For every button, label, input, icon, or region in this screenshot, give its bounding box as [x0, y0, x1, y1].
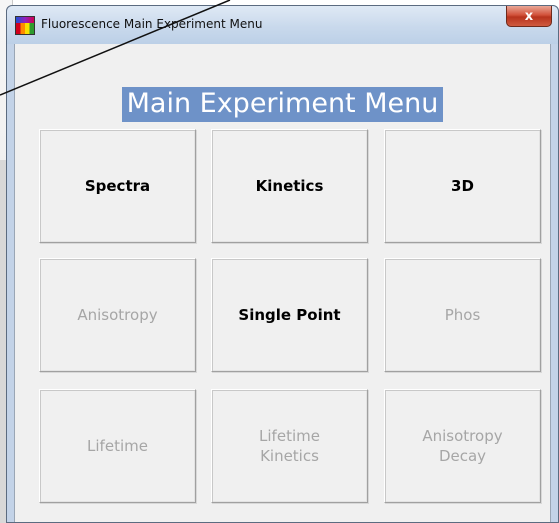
window-title: Fluorescence Main Experiment Menu [41, 17, 263, 31]
single-point-button[interactable]: Single Point [211, 258, 368, 372]
lifetime-button[interactable]: Lifetime [39, 389, 196, 503]
lifetime-kinetics-button[interactable]: Lifetime Kinetics [211, 389, 368, 503]
anisotropy-decay-button[interactable]: Anisotropy Decay [384, 389, 541, 503]
anisotropy-button[interactable]: Anisotropy [39, 258, 196, 372]
title-bar[interactable]: Fluorescence Main Experiment Menu x [7, 6, 558, 44]
app-icon [15, 16, 35, 35]
close-button[interactable]: x [506, 6, 552, 27]
dialog-body: Main Experiment Menu Spectra Kinetics 3D… [14, 44, 551, 522]
dialog-window: Fluorescence Main Experiment Menu x Main… [6, 5, 559, 523]
3d-button[interactable]: 3D [384, 129, 541, 243]
phos-button[interactable]: Phos [384, 258, 541, 372]
kinetics-button[interactable]: Kinetics [211, 129, 368, 243]
spectra-button[interactable]: Spectra [39, 129, 196, 243]
menu-heading-wrap: Main Experiment Menu [15, 87, 550, 122]
close-icon: x [524, 8, 534, 24]
menu-heading: Main Experiment Menu [121, 87, 444, 122]
